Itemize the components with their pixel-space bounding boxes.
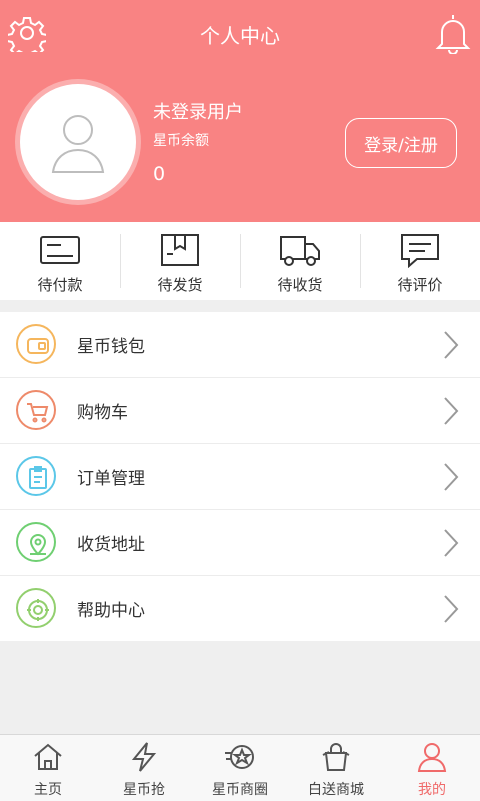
order-label: 待评价 <box>397 276 443 294</box>
avatar[interactable] <box>20 84 136 200</box>
menu-item-wallet[interactable]: 星币钱包 <box>0 312 480 378</box>
menu-item-cart[interactable]: 购物车 <box>0 378 480 444</box>
bell-icon[interactable] <box>434 12 472 55</box>
user-silhouette-icon <box>51 115 105 173</box>
gift-bag-icon <box>322 743 350 771</box>
menu-item-orders[interactable]: 订单管理 <box>0 444 480 510</box>
menu-item-address[interactable]: 收货地址 <box>0 510 480 576</box>
truck-icon <box>280 236 320 266</box>
chevron-right-icon <box>444 397 459 425</box>
home-icon <box>34 743 62 770</box>
chevron-right-icon <box>444 529 459 557</box>
menu-item-label: 星币钱包 <box>77 337 145 357</box>
comment-icon <box>401 234 439 268</box>
chevron-right-icon <box>444 463 459 491</box>
tab-label: 白送商城 <box>308 782 364 798</box>
balance-value: 0 <box>153 163 166 185</box>
order-pending-review[interactable]: 待评价 <box>360 222 480 300</box>
menu-list: 星币钱包 购物车 订单管理 收货地址 帮助中心 <box>0 312 480 641</box>
tab-label: 星币抢 <box>123 782 165 798</box>
tab-label: 主页 <box>34 782 62 798</box>
card-icon <box>40 236 80 264</box>
tab-business-circle[interactable]: 星币商圈 <box>192 735 288 801</box>
tab-home[interactable]: 主页 <box>0 735 96 801</box>
tab-label: 星币商圈 <box>212 782 268 798</box>
order-pending-receipt[interactable]: 待收货 <box>240 222 360 300</box>
chevron-right-icon <box>444 595 459 623</box>
menu-item-label: 收货地址 <box>77 535 145 555</box>
tab-mine[interactable]: 我的 <box>384 735 480 801</box>
order-status-bar: 待付款 待发货 待收货 待评价 <box>0 222 480 300</box>
order-label: 待收货 <box>277 276 323 294</box>
order-label: 待发货 <box>157 276 203 294</box>
order-label: 待付款 <box>37 276 83 294</box>
profile-header: 个人中心 未登录用户 星币余额 0 登录/注册 <box>0 0 480 222</box>
tab-label: 我的 <box>418 782 446 798</box>
balance-label: 星币余额 <box>153 133 209 149</box>
help-icon <box>16 588 56 628</box>
username: 未登录用户 <box>153 102 243 123</box>
clipboard-icon <box>16 456 56 496</box>
bottom-tab-bar: 主页 星币抢 星币商圈 白送商城 我的 <box>0 734 480 801</box>
user-icon <box>417 743 447 772</box>
menu-item-label: 订单管理 <box>77 469 145 489</box>
location-icon <box>16 522 56 562</box>
login-register-button[interactable]: 登录/注册 <box>345 118 457 168</box>
tab-flash-sale[interactable]: 星币抢 <box>96 735 192 801</box>
lightning-icon <box>131 742 157 772</box>
tab-free-mall[interactable]: 白送商城 <box>288 735 384 801</box>
menu-item-label: 购物车 <box>77 403 128 423</box>
wallet-icon <box>16 324 56 364</box>
order-pending-payment[interactable]: 待付款 <box>0 222 120 300</box>
box-icon <box>161 234 199 266</box>
menu-item-help[interactable]: 帮助中心 <box>0 576 480 641</box>
page-title: 个人中心 <box>200 24 280 48</box>
cart-icon <box>16 390 56 430</box>
menu-item-label: 帮助中心 <box>77 601 145 621</box>
star-circle-icon <box>225 745 254 769</box>
order-pending-shipment[interactable]: 待发货 <box>120 222 240 300</box>
chevron-right-icon <box>444 331 459 359</box>
